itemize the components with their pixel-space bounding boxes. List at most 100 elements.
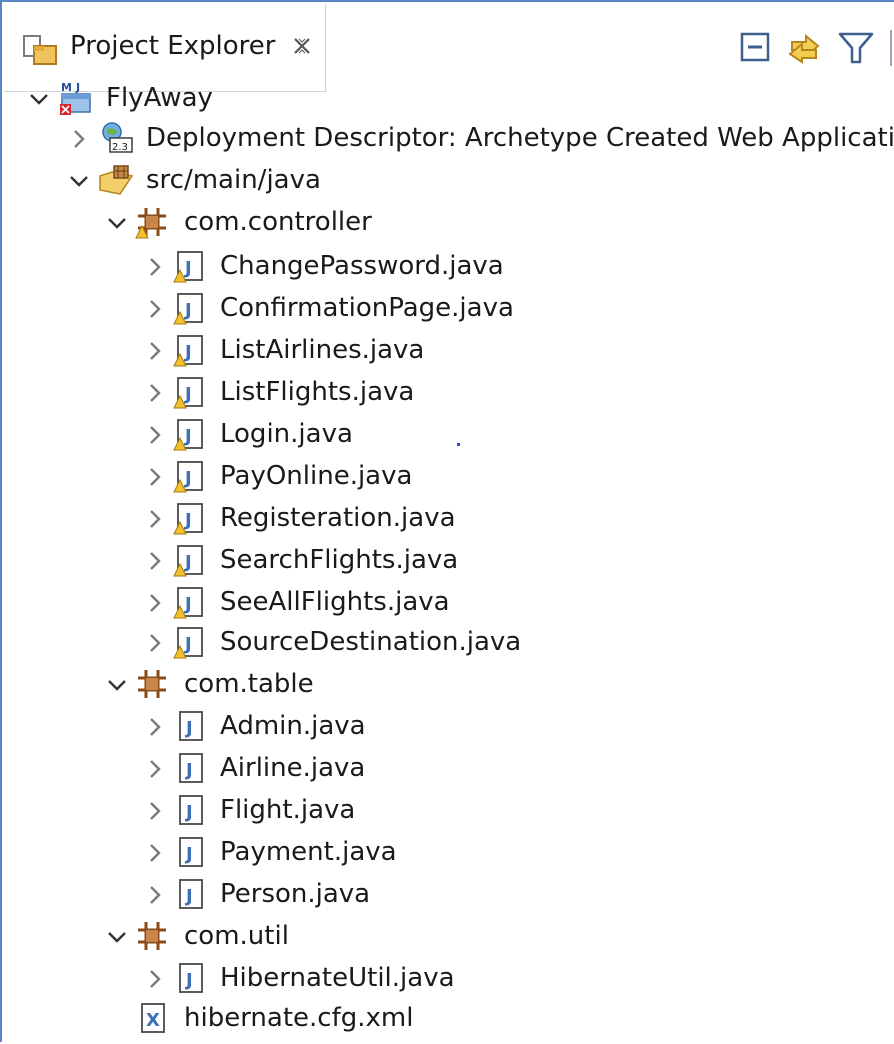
chevron-right-icon[interactable]	[144, 800, 166, 822]
file-label: Payment.java	[220, 837, 397, 867]
tree-item-java-file[interactable]: J SeeAllFlights.java	[2, 582, 894, 622]
svg-text:J: J	[184, 802, 193, 823]
tree-item-project[interactable]: M J FlyAway	[2, 78, 894, 118]
package-icon	[138, 670, 166, 698]
deployment-descriptor-icon: 2.3	[102, 122, 133, 153]
svg-text:J: J	[184, 844, 193, 865]
file-label: HibernateUtil.java	[220, 963, 455, 993]
java-file-warning-icon: J	[173, 335, 203, 367]
tree-item-java-file[interactable]: J Registeration.java	[2, 498, 894, 538]
tree-item-source-folder[interactable]: src/main/java	[2, 160, 894, 200]
tree-item-java-file[interactable]: J Admin.java	[2, 706, 894, 746]
tree-item-java-file[interactable]: J HibernateUtil.java	[2, 958, 894, 998]
file-label: SourceDestination.java	[220, 627, 522, 657]
tree-item-java-file[interactable]: J ListAirlines.java	[2, 330, 894, 370]
maven-web-project-icon: M J	[60, 81, 91, 115]
package-icon	[138, 922, 166, 950]
chevron-right-icon[interactable]	[144, 884, 166, 906]
svg-text:J: J	[183, 594, 192, 615]
package-label: com.util	[184, 921, 289, 951]
package-label: com.controller	[184, 207, 372, 237]
project-explorer-view: Project Explorer M J FlyAway 2.3 Deploym…	[0, 0, 894, 1042]
chevron-right-icon[interactable]	[144, 550, 166, 572]
chevron-right-icon[interactable]	[144, 632, 166, 654]
svg-text:J: J	[183, 258, 192, 279]
file-label: ListFlights.java	[220, 377, 415, 407]
java-file-warning-icon: J	[173, 545, 203, 577]
chevron-down-icon[interactable]	[106, 212, 128, 234]
java-file-icon: J	[179, 753, 203, 783]
chevron-right-icon[interactable]	[68, 128, 90, 150]
file-label: ListAirlines.java	[220, 335, 425, 365]
chevron-right-icon[interactable]	[144, 716, 166, 738]
chevron-down-icon[interactable]	[28, 88, 50, 110]
project-tree: M J FlyAway 2.3 Deployment Descriptor: A…	[2, 2, 894, 1044]
chevron-right-icon[interactable]	[144, 382, 166, 404]
file-label: ChangePassword.java	[220, 251, 504, 281]
tree-item-java-file[interactable]: J Payment.java	[2, 832, 894, 872]
svg-text:J: J	[183, 634, 192, 655]
tree-item-java-file[interactable]: J ChangePassword.java	[2, 246, 894, 286]
chevron-down-icon[interactable]	[106, 674, 128, 696]
tree-item-java-file[interactable]: J PayOnline.java	[2, 456, 894, 496]
svg-text:J: J	[184, 886, 193, 907]
tree-item-package-controller[interactable]: com.controller	[2, 202, 894, 242]
tree-item-java-file[interactable]: J Airline.java	[2, 748, 894, 788]
chevron-right-icon[interactable]	[144, 466, 166, 488]
svg-text:J: J	[183, 426, 192, 447]
svg-text:J: J	[183, 468, 192, 489]
package-label: com.table	[184, 669, 314, 699]
tree-item-java-file[interactable]: J Person.java	[2, 874, 894, 914]
svg-text:J: J	[183, 510, 192, 531]
tree-item-package-table[interactable]: com.table	[2, 664, 894, 704]
java-file-warning-icon: J	[173, 461, 203, 493]
chevron-right-icon[interactable]	[144, 298, 166, 320]
svg-text:J: J	[183, 300, 192, 321]
svg-text:J: J	[75, 81, 80, 94]
source-folder-label: src/main/java	[146, 165, 321, 195]
tree-item-java-file[interactable]: J SearchFlights.java	[2, 540, 894, 580]
chevron-right-icon[interactable]	[144, 256, 166, 278]
chevron-right-icon[interactable]	[144, 340, 166, 362]
file-label: Login.java	[220, 419, 353, 449]
project-label: FlyAway	[106, 83, 213, 113]
file-label: Admin.java	[220, 711, 366, 741]
tree-item-java-file[interactable]: J ListFlights.java	[2, 372, 894, 412]
file-label: hibernate.cfg.xml	[184, 1003, 414, 1033]
java-file-warning-icon: J	[173, 377, 203, 409]
svg-text:J: J	[184, 718, 193, 739]
tree-item-java-file[interactable]: J Flight.java	[2, 790, 894, 830]
file-label: PayOnline.java	[220, 461, 413, 491]
svg-text:J: J	[183, 342, 192, 363]
tree-item-package-util[interactable]: com.util	[2, 916, 894, 956]
java-file-warning-icon: J	[173, 627, 203, 659]
tree-item-deployment-descriptor[interactable]: 2.3 Deployment Descriptor: Archetype Cre…	[2, 118, 894, 158]
svg-text:J: J	[184, 760, 193, 781]
tree-item-xml-file[interactable]: X hibernate.cfg.xml	[2, 998, 894, 1038]
chevron-right-icon[interactable]	[144, 508, 166, 530]
file-label: Flight.java	[220, 795, 356, 825]
xml-file-icon: X	[141, 1003, 165, 1033]
tree-item-java-file[interactable]: J SourceDestination.java	[2, 622, 894, 662]
chevron-right-icon[interactable]	[144, 842, 166, 864]
file-label: SearchFlights.java	[220, 545, 459, 575]
chevron-right-icon[interactable]	[144, 424, 166, 446]
chevron-down-icon[interactable]	[106, 926, 128, 948]
tree-item-java-file[interactable]: J Login.java	[2, 414, 894, 454]
svg-text:J: J	[183, 552, 192, 573]
java-file-warning-icon: J	[173, 251, 203, 283]
file-label: ConfirmationPage.java	[220, 293, 514, 323]
java-file-icon: J	[179, 795, 203, 825]
svg-text:2.3: 2.3	[112, 142, 128, 153]
chevron-right-icon[interactable]	[144, 592, 166, 614]
package-warning-icon	[135, 208, 166, 239]
svg-text:X: X	[146, 1010, 160, 1031]
file-label: Person.java	[220, 879, 371, 909]
tree-item-java-file[interactable]: J ConfirmationPage.java	[2, 288, 894, 328]
stray-pixel	[457, 443, 460, 446]
chevron-down-icon[interactable]	[68, 170, 90, 192]
chevron-right-icon[interactable]	[144, 968, 166, 990]
java-file-warning-icon: J	[173, 293, 203, 325]
svg-text:J: J	[183, 384, 192, 405]
chevron-right-icon[interactable]	[144, 758, 166, 780]
